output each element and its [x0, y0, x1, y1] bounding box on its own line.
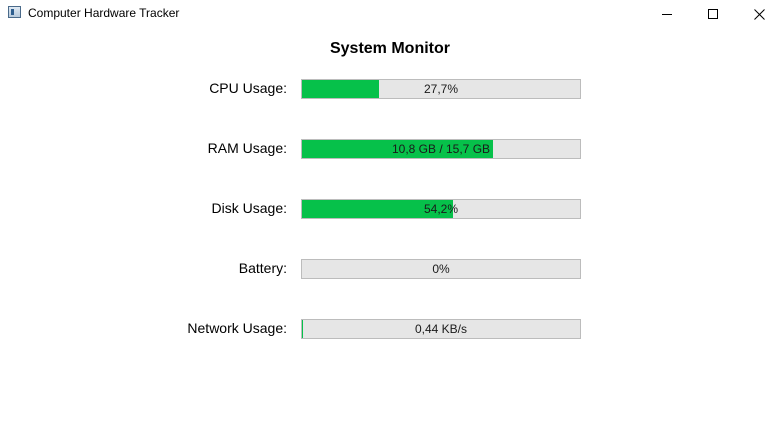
maximize-icon — [708, 9, 718, 19]
window-title: Computer Hardware Tracker — [28, 6, 180, 20]
disk-usage-label: Disk Usage: — [211, 200, 287, 216]
close-button[interactable] — [736, 0, 780, 28]
battery-row: Battery: 0% — [0, 259, 780, 279]
minimize-button[interactable] — [644, 0, 690, 28]
cpu-usage-value: 27,7% — [423, 82, 459, 96]
cpu-usage-label: CPU Usage: — [209, 80, 287, 96]
app-window: Computer Hardware Tracker System Monitor… — [0, 0, 780, 437]
cpu-usage-row: CPU Usage: 27,7% — [0, 79, 780, 99]
battery-progress-bar: 0% — [301, 259, 581, 279]
network-usage-progress-bar: 0,44 KB/s — [301, 319, 581, 339]
cpu-usage-progress-bar: 27,7% — [301, 79, 581, 99]
app-window-icon — [8, 6, 21, 18]
ram-usage-value: 10,8 GB / 15,7 GB — [391, 142, 491, 156]
network-usage-label: Network Usage: — [187, 320, 287, 336]
ram-usage-progress-bar: 10,8 GB / 15,7 GB — [301, 139, 581, 159]
close-icon — [753, 8, 765, 20]
title-bar[interactable]: Computer Hardware Tracker — [0, 0, 780, 28]
ram-usage-row: RAM Usage: 10,8 GB / 15,7 GB — [0, 139, 780, 159]
ram-usage-label: RAM Usage: — [207, 140, 287, 156]
network-usage-row: Network Usage: 0,44 KB/s — [0, 319, 780, 339]
maximize-button[interactable] — [690, 0, 736, 28]
disk-usage-row: Disk Usage: 54,2% — [0, 199, 780, 219]
minimize-icon — [662, 14, 672, 15]
battery-label: Battery: — [238, 260, 287, 276]
battery-value: 0% — [432, 262, 450, 276]
disk-usage-progress-bar: 54,2% — [301, 199, 581, 219]
disk-usage-value: 54,2% — [423, 202, 459, 216]
network-usage-value: 0,44 KB/s — [414, 322, 468, 336]
page-title: System Monitor — [329, 40, 450, 57]
